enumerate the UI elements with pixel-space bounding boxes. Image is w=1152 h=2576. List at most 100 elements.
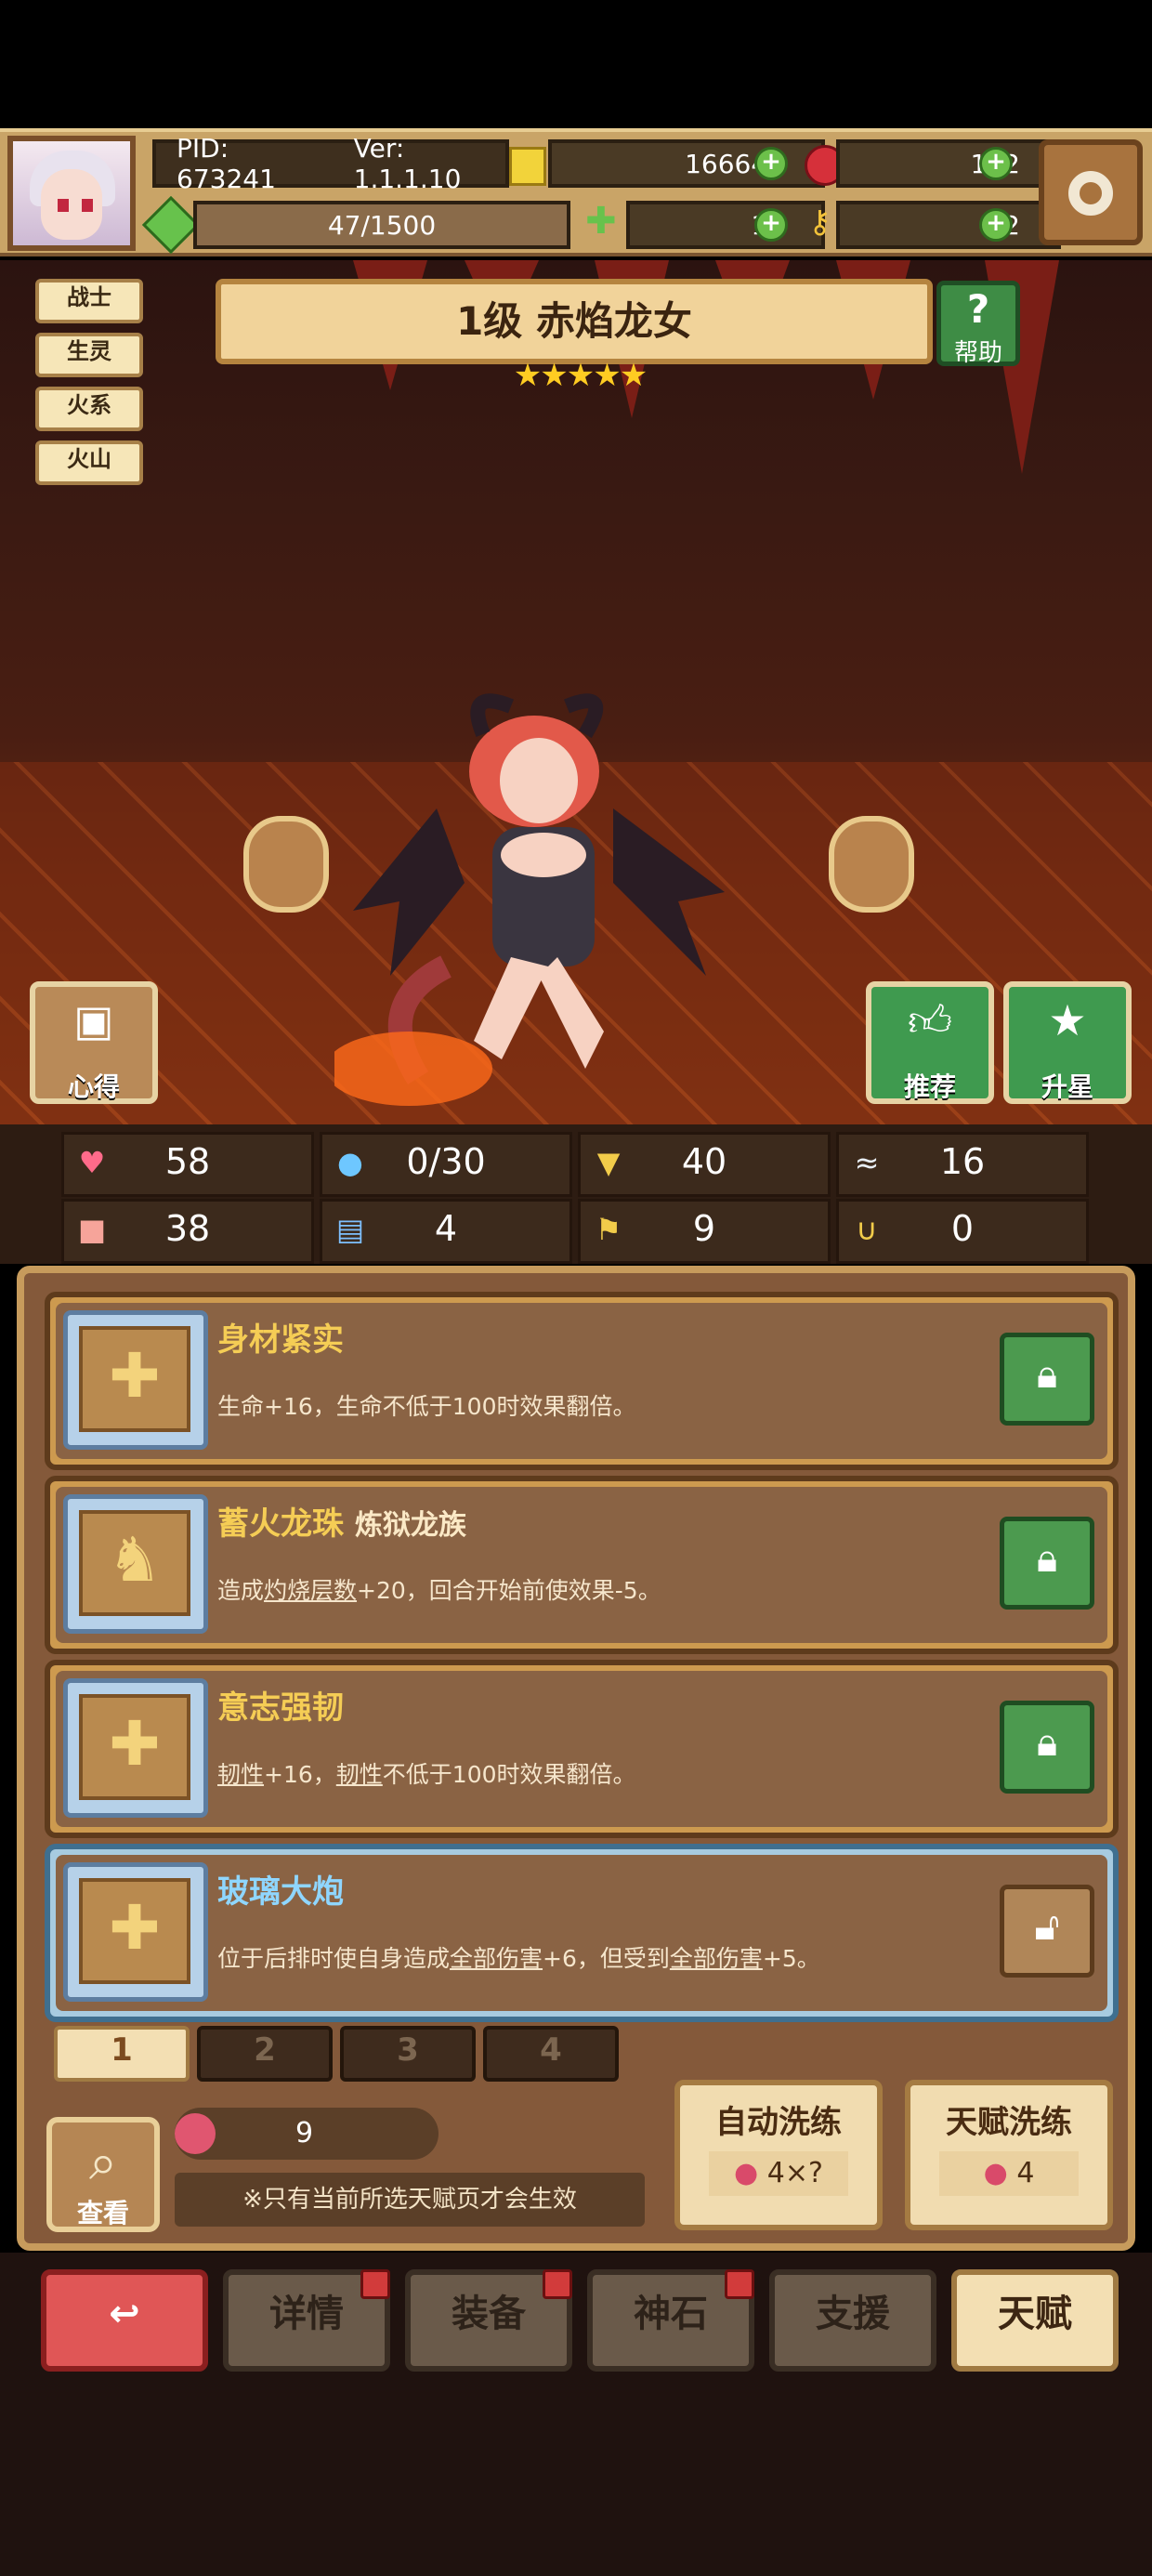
- talent-name: 身材紧实: [217, 1321, 344, 1359]
- stat-speed: ≈ 16: [836, 1132, 1089, 1197]
- talent-page-tab-4[interactable]: 4: [483, 2026, 619, 2082]
- talent-name: 意志强韧: [217, 1689, 344, 1727]
- talent-subtype: 炼狱龙族: [355, 1509, 466, 1542]
- tag-volcano: 火山: [35, 440, 143, 485]
- stamina-bar: 47/1500: [193, 201, 570, 249]
- keyword-link[interactable]: 全部伤害: [450, 1945, 543, 1972]
- notification-badge: [360, 2269, 390, 2299]
- stat-magic: ▤ 4: [320, 1199, 572, 1264]
- help-label: 帮助: [953, 339, 1002, 367]
- view-button[interactable]: ⌕ 查看: [46, 2117, 160, 2232]
- right-gem-slot[interactable]: [829, 816, 914, 913]
- talent-card-bg: [56, 1303, 1107, 1459]
- fruit-icon: ●: [983, 2157, 1008, 2189]
- add-key-button[interactable]: +: [979, 208, 1013, 242]
- talent-card[interactable]: ✚ 身材紧实 生命+16，生命不低于100时效果翻倍。 🔒︎: [45, 1292, 1119, 1470]
- lock-button[interactable]: 🔒︎: [1000, 1517, 1094, 1610]
- talent-desc: 位于后排时使自身造成全部伤害+6，但受到全部伤害+5。: [217, 1940, 820, 1974]
- talent-card-selected[interactable]: ✚ 玻璃大炮 位于后排时使自身造成全部伤害+6，但受到全部伤害+5。 🔓︎: [45, 1844, 1119, 2022]
- notes-icon: ▣: [73, 995, 114, 1045]
- key-pill: 2: [836, 201, 1061, 249]
- talent-name: 玻璃大炮: [217, 1873, 344, 1911]
- back-button[interactable]: ↩: [41, 2269, 208, 2372]
- talent-card-bg: [56, 1855, 1107, 2011]
- lock-button[interactable]: 🔒︎: [1000, 1333, 1094, 1426]
- talent-card[interactable]: ✚ 意志强韧 韧性+16，韧性不低于100时效果翻倍。 🔒︎: [45, 1660, 1119, 1838]
- nav-support[interactable]: 支援: [769, 2269, 936, 2372]
- book-icon: ▤: [335, 1212, 365, 1247]
- keyword-link[interactable]: 韧性: [217, 1761, 264, 1788]
- mana-drop-icon: ●: [337, 1145, 363, 1180]
- pid-version-pill: PID: 673241 Ver: 1.1.1.10: [152, 133, 509, 194]
- auto-reroll-cost-value: 4×?: [766, 2157, 823, 2189]
- talent-page-tab-2[interactable]: 2: [197, 2026, 333, 2082]
- talent-card-bg: [56, 1487, 1107, 1643]
- talent-reroll-label: 天赋洗练: [946, 2104, 1072, 2141]
- unlock-button[interactable]: 🔓︎: [1000, 1885, 1094, 1978]
- desc-text: 位于后排时使自身造成: [217, 1945, 451, 1972]
- nav-equipment[interactable]: 装备: [405, 2269, 572, 2372]
- avatar-eye: [58, 199, 69, 212]
- nav-stone[interactable]: 神石: [587, 2269, 754, 2372]
- talent-page-tab-1[interactable]: 1: [54, 2026, 190, 2082]
- desc-text: 造成: [217, 1577, 265, 1604]
- add-gem-button[interactable]: +: [979, 147, 1013, 180]
- resource-panel: PID: 673241 Ver: 1.1.1.10 166643 + 152 +…: [141, 133, 1061, 255]
- lock-button[interactable]: 🔒︎: [1000, 1701, 1094, 1794]
- talent-desc: 韧性+16，韧性不低于100时效果翻倍。: [217, 1756, 636, 1790]
- cross-icon: ✚: [79, 1326, 190, 1432]
- recommend-button[interactable]: 👍︎ 推荐: [866, 981, 994, 1104]
- tag-warrior: 战士: [35, 279, 143, 323]
- star-up-button[interactable]: ★ 升星: [1003, 981, 1132, 1104]
- keyword-link[interactable]: 全部伤害: [670, 1945, 763, 1972]
- stat-defense: ▼ 40: [578, 1132, 831, 1197]
- auto-reroll-button[interactable]: 自动洗练 ● 4×?: [674, 2080, 883, 2230]
- fruit-count: 9: [295, 2117, 314, 2149]
- stat-value: 38: [164, 1208, 211, 1249]
- notification-badge: [725, 2269, 754, 2299]
- stat-value: 9: [692, 1208, 716, 1249]
- stat-attack: ■ 38: [61, 1199, 314, 1264]
- lock-icon: 🔒︎: [1036, 1351, 1058, 1397]
- hero-stars: ★★★★★: [513, 357, 648, 394]
- add-clover-button[interactable]: +: [754, 208, 788, 242]
- unlock-icon: 🔓︎: [1034, 1903, 1060, 1949]
- star-up-label: 升星: [1041, 1071, 1093, 1102]
- pid-text: PID: 673241: [177, 133, 276, 194]
- keyword-link[interactable]: 韧性: [336, 1761, 383, 1788]
- talent-reroll-button[interactable]: 天赋洗练 ● 4: [905, 2080, 1113, 2230]
- avatar-face: [41, 169, 102, 240]
- talent-name-row: 蓄火龙珠 炼狱龙族: [217, 1498, 466, 1544]
- desc-text: +6，但受到: [543, 1945, 670, 1972]
- magnifier-icon: ⌕: [88, 2133, 118, 2191]
- fruit-counter: 9: [175, 2108, 439, 2160]
- talent-card-bg: [56, 1671, 1107, 1827]
- talent-page-tab-3[interactable]: 3: [340, 2026, 476, 2082]
- stat-hp: ♥ 58: [61, 1132, 314, 1197]
- nav-talent[interactable]: 天赋: [951, 2269, 1119, 2372]
- stat-luck: ∪ 0: [836, 1199, 1089, 1264]
- talent-card[interactable]: ♞ 蓄火龙珠 炼狱龙族 造成灼烧层数+20，回合开始前使效果-5。 🔒︎: [45, 1476, 1119, 1654]
- talent-icon-frame: ✚: [63, 1862, 208, 2002]
- auto-reroll-label: 自动洗练: [715, 2104, 842, 2141]
- left-gem-slot[interactable]: [243, 816, 329, 913]
- talent-page-note: ※只有当前所选天赋页才会生效: [175, 2173, 645, 2227]
- player-avatar[interactable]: [7, 136, 136, 251]
- settings-button[interactable]: [1039, 139, 1143, 245]
- stat-mana: ● 0/30: [320, 1132, 572, 1197]
- tag-creature: 生灵: [35, 333, 143, 377]
- help-button[interactable]: ? 帮助: [936, 281, 1020, 367]
- desc-text: +16，: [264, 1761, 336, 1788]
- auto-reroll-cost: ● 4×?: [709, 2151, 848, 2196]
- stat-value: 16: [939, 1141, 986, 1182]
- notes-label: 心得: [67, 1071, 120, 1102]
- dragon-head-icon: ♞: [79, 1510, 190, 1616]
- gem-pill: 152: [836, 139, 1061, 188]
- add-gold-button[interactable]: +: [754, 147, 788, 180]
- notes-button[interactable]: ▣ 心得: [30, 981, 158, 1104]
- fruit-icon: [175, 2113, 216, 2154]
- keyword-link[interactable]: 灼烧层数: [264, 1577, 357, 1604]
- talent-desc: 生命+16，生命不低于100时效果翻倍。: [217, 1393, 636, 1420]
- stat-tenacity: ⚑ 9: [578, 1199, 831, 1264]
- nav-details[interactable]: 详情: [223, 2269, 390, 2372]
